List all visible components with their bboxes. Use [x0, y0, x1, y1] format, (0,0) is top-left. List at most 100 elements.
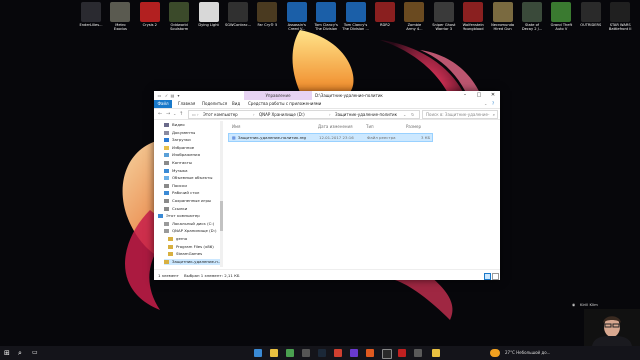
desktop-shortcut[interactable]: STAR WARS Battlefront II — [605, 2, 635, 31]
mail-app-icon[interactable] — [302, 349, 310, 357]
active-explorer-icon[interactable] — [432, 349, 440, 357]
forward-arrow-icon[interactable]: → — [166, 111, 170, 117]
breadcrumb-this-pc[interactable]: Этот компьютер — [203, 111, 238, 118]
tab-view[interactable]: Вид — [232, 100, 240, 108]
app-icon[interactable] — [414, 349, 422, 357]
minimize-button[interactable]: – — [458, 91, 472, 100]
desktop-shortcut[interactable]: Sniper Ghost Warrior 3 — [429, 2, 459, 31]
column-header-size[interactable]: Размер — [406, 124, 421, 129]
column-header-date[interactable]: Дата изменения — [318, 124, 353, 129]
refresh-icon[interactable]: ↻ — [411, 111, 414, 118]
desktop-shortcut[interactable]: Dying Light — [194, 2, 224, 27]
desktop-shortcut[interactable]: SGWContrac... — [223, 2, 253, 27]
desktop-shortcut[interactable]: Oddworld Soulstorm — [164, 2, 194, 31]
desktop-shortcut[interactable]: Tom Clancy's The Division — [311, 2, 341, 31]
sidebar-item[interactable]: Музыка — [164, 168, 188, 174]
desktop-shortcut[interactable]: Assassin's Creed V... — [282, 2, 312, 31]
table-row[interactable]: ▩ Защитник-удаление-политик.reg 12.01.20… — [228, 133, 433, 142]
app-icon[interactable] — [382, 349, 392, 359]
weather-widget[interactable]: 27°C Небольшой до... — [505, 346, 550, 360]
task-view-icon[interactable]: ▭ — [32, 349, 40, 357]
edge-app-icon[interactable] — [254, 349, 262, 357]
sidebar-item[interactable]: Загрузки — [164, 137, 191, 143]
scrollbar-thumb[interactable] — [220, 201, 223, 231]
column-header-type[interactable]: Тип — [366, 124, 374, 129]
sidebar-item[interactable]: SteamGames — [168, 251, 202, 257]
desktop-shortcut[interactable]: Wolfenstein Youngblood — [458, 2, 488, 31]
sidebar-item-icon — [164, 221, 169, 226]
desktop-shortcut[interactable]: Zombie Army 4... — [399, 2, 429, 31]
desktop-shortcut[interactable]: Grand Theft Auto V — [546, 2, 576, 31]
tab-home[interactable]: Главная — [178, 100, 195, 108]
app-icon[interactable] — [398, 349, 406, 357]
file-list[interactable]: Имя Дата изменения Тип Размер ▩ Защитник… — [226, 120, 500, 269]
quick-access-dropdown-icon[interactable]: ▾ — [176, 93, 181, 98]
sidebar-item[interactable]: gerno — [168, 236, 187, 242]
sidebar-item[interactable]: Локальный диск (C:) — [164, 221, 214, 227]
recent-dropdown-icon[interactable]: ⌄ — [173, 111, 176, 117]
address-bar[interactable]: ▭ › Этот компьютер › QNAP Хранилище (D:)… — [188, 110, 420, 119]
maximize-button[interactable]: □ — [472, 91, 486, 100]
sidebar-item[interactable]: QNAP Хранилище (D:) — [164, 228, 216, 234]
app-icon[interactable] — [334, 349, 342, 357]
desktop-shortcut[interactable]: EnderLilies... — [76, 2, 106, 27]
computer-icon: ▭ › — [192, 112, 199, 117]
sidebar-item[interactable]: Контакты — [164, 160, 192, 166]
desktop-shortcut[interactable]: OUTRIDERS — [576, 2, 606, 27]
new-folder-quick-icon[interactable]: ▤ — [170, 93, 175, 98]
tab-application-tools[interactable]: Средства работы с приложениями — [248, 100, 321, 108]
search-input[interactable]: Поиск в: Защитник-удаление-поли... ⌕ — [422, 110, 498, 124]
shortcut-app-icon — [345, 2, 366, 22]
breadcrumb-folder[interactable]: Защитник-удаление-политик — [335, 111, 397, 118]
close-button[interactable]: ✕ — [486, 91, 500, 100]
up-arrow-icon[interactable]: ↑ — [179, 111, 183, 117]
file-explorer-window[interactable]: ▭ ✓ ▤ ▾ Управление D:\Защитник-удаление-… — [154, 91, 500, 280]
sidebar-item-label: Program Files (x86) — [176, 243, 214, 249]
help-icon[interactable]: ? — [492, 100, 494, 108]
app-icon[interactable] — [366, 349, 374, 357]
sidebar-item[interactable]: Этот компьютер — [158, 213, 200, 219]
sidebar-item[interactable]: Сохраненные игры — [164, 198, 211, 204]
folder-icon: ▭ — [157, 93, 162, 98]
navigation-scrollbar[interactable] — [220, 121, 223, 267]
shortcut-app-icon — [139, 2, 160, 22]
shortcut-label: Necromunda Hired Gun — [491, 23, 515, 31]
desktop-shortcut[interactable]: Metro Exodus — [105, 2, 135, 31]
back-arrow-icon[interactable]: ← — [158, 111, 162, 117]
column-header-name[interactable]: Имя — [232, 124, 240, 129]
sidebar-item[interactable]: Избранное — [164, 145, 194, 151]
desktop-shortcut[interactable]: RDR2 — [370, 2, 400, 27]
sidebar-item[interactable]: Поиски — [164, 183, 187, 189]
context-tab-manage[interactable]: Управление — [244, 91, 312, 100]
address-dropdown-icon[interactable]: ⌄ — [403, 111, 406, 118]
app-icon[interactable] — [350, 349, 358, 357]
ribbon-expand-icon[interactable]: ⌄ — [484, 100, 487, 108]
sidebar-item[interactable]: Изображения — [164, 152, 200, 158]
search-taskbar-icon[interactable]: ⌕ — [18, 349, 26, 357]
breadcrumb-drive-d[interactable]: QNAP Хранилище (D:) — [259, 111, 305, 118]
sidebar-item[interactable]: Документы — [164, 130, 195, 136]
tab-share[interactable]: Поделиться — [202, 100, 227, 108]
sidebar-item[interactable]: Защитник-удаление-п... — [164, 258, 222, 265]
sidebar-item[interactable]: Program Files (x86) — [168, 244, 214, 250]
large-icons-view-button[interactable] — [492, 273, 499, 280]
file-explorer-app-icon[interactable] — [270, 349, 278, 357]
desktop-shortcut[interactable]: Crysis 2 — [135, 2, 165, 27]
steam-app-icon[interactable] — [318, 349, 326, 357]
navigation-pane[interactable]: Видео Документы Загрузки Избранное Изображен… — [154, 120, 224, 269]
desktop-shortcut[interactable]: Tom Clancy's The Division ... — [341, 2, 371, 31]
shortcut-app-icon — [169, 2, 190, 22]
properties-quick-icon[interactable]: ✓ — [164, 93, 169, 98]
store-app-icon[interactable] — [286, 349, 294, 357]
sidebar-item[interactable]: Рабочий стол — [164, 190, 199, 196]
details-view-button[interactable] — [484, 273, 491, 280]
sidebar-item[interactable]: Ссылки — [164, 206, 187, 212]
tab-file[interactable]: Файл — [154, 100, 172, 108]
desktop-shortcut[interactable]: Far Cry® 5 — [252, 2, 282, 27]
sidebar-item[interactable]: Видео — [164, 122, 185, 128]
desktop-shortcut[interactable]: State of Decay 2 J... — [517, 2, 547, 31]
sidebar-item[interactable]: Объемные объекты — [164, 175, 212, 181]
start-windows-icon[interactable]: ⊞ — [4, 349, 12, 357]
desktop-shortcut[interactable]: Necromunda Hired Gun — [488, 2, 518, 31]
weather-icon[interactable] — [490, 349, 500, 357]
